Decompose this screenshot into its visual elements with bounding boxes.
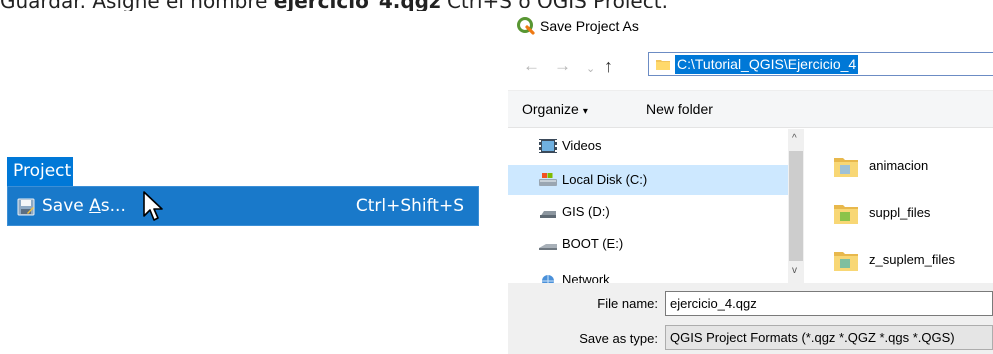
- file-name-label: suppl_files: [869, 205, 931, 220]
- organize-button[interactable]: Organize ▾: [522, 101, 588, 117]
- folder-icon: [656, 60, 670, 70]
- save-as-menu-item[interactable]: Save As... Ctrl+Shift+S: [7, 186, 479, 226]
- save-type-select[interactable]: QGIS Project Formats (*.qgz *.QGZ *.qgs …: [665, 325, 993, 350]
- save-project-dialog: Save Project As ← → ⌄ ↑ C:\Tutorial_QGIS…: [508, 8, 993, 354]
- heading-filename: ejercicio_4.qgz: [274, 0, 441, 11]
- network-icon: [542, 274, 554, 283]
- drive-icon: [540, 210, 556, 218]
- scroll-down-arrow-icon[interactable]: v: [792, 265, 797, 276]
- save-fields-area: File name: ejercicio_4.qgz Save as type:…: [508, 283, 993, 354]
- file-name-label: animacion: [869, 158, 929, 173]
- nav-pane-scrollbar[interactable]: ^ v: [788, 129, 804, 283]
- videos-icon: [539, 138, 557, 153]
- local-disk-icon: [539, 172, 557, 186]
- dialog-toolbar: Organize ▾ New folder: [508, 90, 993, 128]
- new-folder-button[interactable]: New folder: [646, 101, 713, 117]
- save-as-icon: [17, 198, 35, 216]
- save-type-field-label: Save as type:: [579, 331, 658, 346]
- folder-icon: [834, 252, 858, 271]
- address-bar[interactable]: C:\Tutorial_QGIS\Ejercicio_4: [648, 52, 993, 76]
- scrollbar-thumb[interactable]: [789, 151, 803, 261]
- up-folder-arrow-icon[interactable]: ↑: [604, 56, 613, 76]
- dialog-title: Save Project As: [540, 18, 639, 34]
- qgis-logo-icon: [517, 17, 535, 35]
- address-path[interactable]: C:\Tutorial_QGIS\Ejercicio_4: [675, 55, 859, 74]
- file-item-animacion[interactable]: animacion: [833, 149, 993, 183]
- navigation-bar: ← → ⌄ ↑ C:\Tutorial_QGIS\Ejercicio_4: [508, 44, 993, 88]
- save-as-label: Save As...: [42, 196, 126, 216]
- heading-prefix: Guardar. Asigne el nombre: [0, 0, 274, 11]
- file-item-suppl-files[interactable]: suppl_files: [833, 196, 993, 230]
- file-name-field-label: File name:: [597, 296, 658, 311]
- chevron-down-icon: ▾: [582, 106, 588, 117]
- mouse-cursor-icon: [143, 191, 163, 221]
- nav-item-local-disk[interactable]: Local Disk (C:): [508, 165, 788, 195]
- file-list-pane: animacion suppl_files z_suplem_files: [805, 129, 993, 283]
- nav-item-boot-drive[interactable]: BOOT (E:): [538, 229, 788, 259]
- file-name-label: z_suplem_files: [869, 252, 955, 267]
- save-as-shortcut: Ctrl+Shift+S: [355, 196, 464, 216]
- back-arrow-icon[interactable]: ←: [523, 56, 540, 76]
- nav-item-videos[interactable]: Videos: [538, 131, 788, 161]
- folder-icon: [834, 205, 858, 224]
- scroll-up-arrow-icon[interactable]: ^: [792, 133, 797, 144]
- navigation-pane: Videos Local Disk (C:) GIS (D:) BOOT (E:…: [508, 129, 804, 283]
- file-item-z-suplem-files[interactable]: z_suplem_files: [833, 243, 993, 277]
- usb-drive-icon: [539, 243, 557, 250]
- dialog-title-bar: Save Project As: [508, 8, 993, 44]
- recent-locations-icon[interactable]: ⌄: [586, 59, 595, 79]
- file-name-input[interactable]: ejercicio_4.qgz: [665, 291, 993, 316]
- nav-item-network[interactable]: Network: [538, 265, 788, 283]
- folder-icon: [834, 158, 858, 177]
- forward-arrow-icon[interactable]: →: [554, 56, 571, 76]
- nav-item-gis-drive[interactable]: GIS (D:): [538, 197, 788, 227]
- project-menu-tab[interactable]: Project: [7, 157, 73, 186]
